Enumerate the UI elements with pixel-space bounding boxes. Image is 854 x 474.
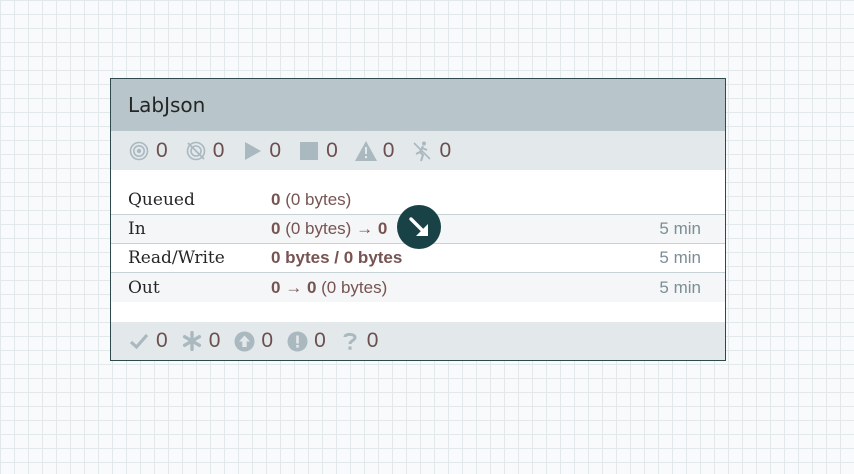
locally-modified-count: 0 (181, 329, 220, 353)
up-to-date-count: 0 (128, 329, 168, 353)
process-group-name: LabJson (128, 93, 206, 117)
arrow-down-right-icon[interactable] (397, 205, 441, 249)
warning-icon (354, 140, 377, 162)
disabled-count: 0 (411, 139, 451, 163)
arrow-up-circle-icon (233, 330, 255, 352)
exclamation-circle-icon (286, 330, 308, 352)
invalid-count: 0 (354, 139, 394, 163)
check-icon (128, 330, 150, 352)
version-counts-bar: 0 0 0 0 0 (111, 322, 725, 360)
stopped-count: 0 (298, 139, 338, 163)
sync-failure-count: 0 (286, 329, 326, 353)
component-counts-bar: 0 0 0 0 0 0 (111, 131, 725, 170)
stale-count: 0 (233, 329, 273, 353)
not-transmitting-count: 0 (185, 139, 224, 163)
play-icon (241, 140, 263, 162)
question-icon (339, 330, 361, 352)
not-transmitting-icon (185, 140, 207, 162)
process-group-header: LabJson (111, 79, 725, 131)
stop-icon (298, 140, 320, 162)
transmitting-count: 0 (128, 139, 168, 163)
asterisk-icon (181, 330, 203, 352)
running-count: 0 (241, 139, 281, 163)
unknown-count: 0 (339, 329, 378, 353)
disabled-icon (411, 140, 433, 162)
process-group[interactable]: LabJson 0 0 0 0 0 0 Queued 0 (0 bytes) I… (110, 78, 726, 361)
transmitting-icon (128, 140, 150, 162)
stats-row-out: Out 0 → 0 (0 bytes) 5 min (111, 273, 725, 302)
